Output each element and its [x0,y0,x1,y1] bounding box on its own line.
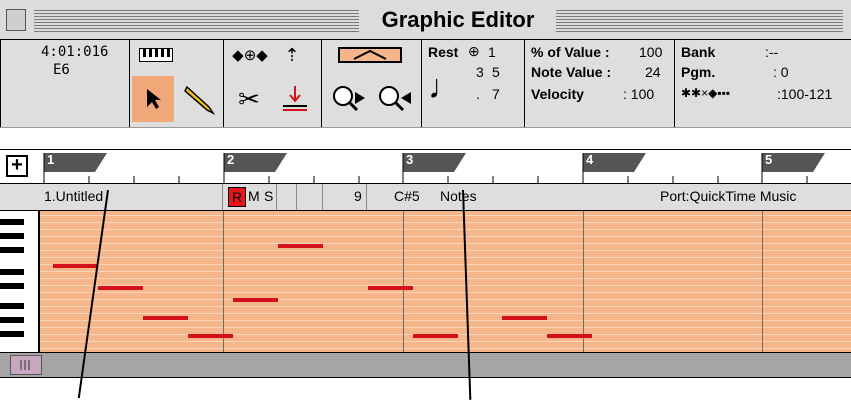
bar-4-label: 4 [586,152,594,167]
zoom-in-icon[interactable] [326,76,372,122]
step-1[interactable]: 1 [488,44,496,60]
pencil-tool-icon[interactable] [178,76,220,122]
note[interactable] [368,286,413,290]
note[interactable] [278,244,323,248]
arrow-tool-icon[interactable] [132,76,174,122]
piano-roll[interactable] [0,211,851,352]
velocity-symbols-icon: ✱✱×◆▪▪▪ [681,86,731,100]
scissors-icon[interactable]: ✂ [228,76,270,122]
piano-keyboard[interactable] [0,211,40,352]
scroll-thumb[interactable] [10,355,42,375]
cursor-pitch: C#5 [394,188,420,204]
toolbar: 4:01:016 E6 ◆⊕◆ ⇡ ✂ Rest ⊕ 1 ♩ 3 5 . 7 %… [0,40,851,127]
tool-group-1 [130,40,224,127]
title-stripes-left [34,8,359,34]
pct-label: % of Value : [531,44,610,60]
window-title: Graphic Editor [365,4,551,36]
note[interactable] [413,334,458,338]
note[interactable] [53,264,98,268]
zoom-range-icon[interactable] [330,44,410,66]
bank-value[interactable]: :-- [765,44,778,60]
velocity-value[interactable]: : 100 [623,86,654,102]
value-params: % of Value : 100 Note Value : 24 Velocit… [525,40,675,127]
bar-line [762,211,763,352]
port-name[interactable]: Port:QuickTime Music [660,188,796,204]
channel-value[interactable]: 9 [354,188,362,204]
tool-group-3 [322,40,422,127]
black-key [0,269,24,275]
note[interactable] [502,316,547,320]
note[interactable] [547,334,592,338]
info-strip [0,127,851,150]
record-button[interactable]: R [228,187,246,207]
black-key [0,331,24,337]
bar-line [403,211,404,352]
divider [322,184,323,210]
quantize-icon[interactable] [274,76,316,122]
step-5[interactable]: 5 [492,64,500,80]
title-stripes-right [556,8,843,34]
horizontal-scrollbar[interactable] [0,352,851,378]
bar-1-label: 1 [47,152,55,167]
close-box[interactable] [6,9,26,31]
program-params: Bank :-- Pgm. : 0 ✱✱×◆▪▪▪ :100-121 [675,40,851,127]
title-bar[interactable]: Graphic Editor [0,0,851,40]
solo-button[interactable]: S [264,188,273,204]
bar-3-label: 3 [406,152,414,167]
step-7[interactable]: 7 [492,86,500,102]
step-dot[interactable]: . [476,86,480,102]
velocity-range[interactable]: :100-121 [777,86,832,102]
bar-2-label: 2 [227,152,235,167]
divider [366,184,367,210]
position-display: 4:01:016 E6 [0,40,130,127]
bar-line [583,211,584,352]
pct-value[interactable]: 100 [639,44,662,60]
window-bottom [0,378,851,389]
note-value-label: Note Value : [531,64,612,80]
tool-group-2: ◆⊕◆ ⇡ ✂ [224,40,322,127]
note-value[interactable]: 24 [645,64,661,80]
velocity-label: Velocity [531,86,584,102]
divider [276,184,277,210]
divider [296,184,297,210]
tie-icon[interactable]: ⊕ [468,43,480,60]
ruler-markers [43,153,825,183]
keyboard-icon[interactable] [136,44,176,66]
divider [222,184,223,210]
black-key [0,303,24,309]
step-record-icon[interactable]: ◆⊕◆ [230,44,270,66]
bar-line [223,211,224,352]
track-name[interactable]: 1.Untitled [44,188,103,204]
position-pitch: E6 [53,62,70,78]
position-time: 4:01:016 [41,44,109,60]
pgm-label: Pgm. [681,64,716,80]
bar-5-label: 5 [765,152,773,167]
black-key [0,283,24,289]
note[interactable] [233,298,278,302]
view-mode[interactable]: Notes [440,188,477,204]
transpose-icon[interactable]: ⇡ [272,44,312,66]
rest-label[interactable]: Rest [428,44,458,60]
pgm-value[interactable]: : 0 [773,64,789,80]
note[interactable] [98,286,143,290]
black-key [0,219,24,225]
black-key [0,233,24,239]
black-key [0,317,24,323]
track-info-bar: 1.Untitled R M S 9 C#5 Notes Port:QuickT… [0,184,851,211]
step-3[interactable]: 3 [476,64,484,80]
quarter-note-icon[interactable]: ♩ [428,68,462,107]
bar-ruler[interactable]: + 1 2 3 4 5 [0,149,851,184]
note[interactable] [143,316,188,320]
zoom-out-icon[interactable] [372,76,418,122]
mute-button[interactable]: M [248,188,260,204]
black-key [0,247,24,253]
bank-label: Bank [681,44,716,60]
note[interactable] [188,334,233,338]
step-input-group: Rest ⊕ 1 ♩ 3 5 . 7 [422,40,525,127]
